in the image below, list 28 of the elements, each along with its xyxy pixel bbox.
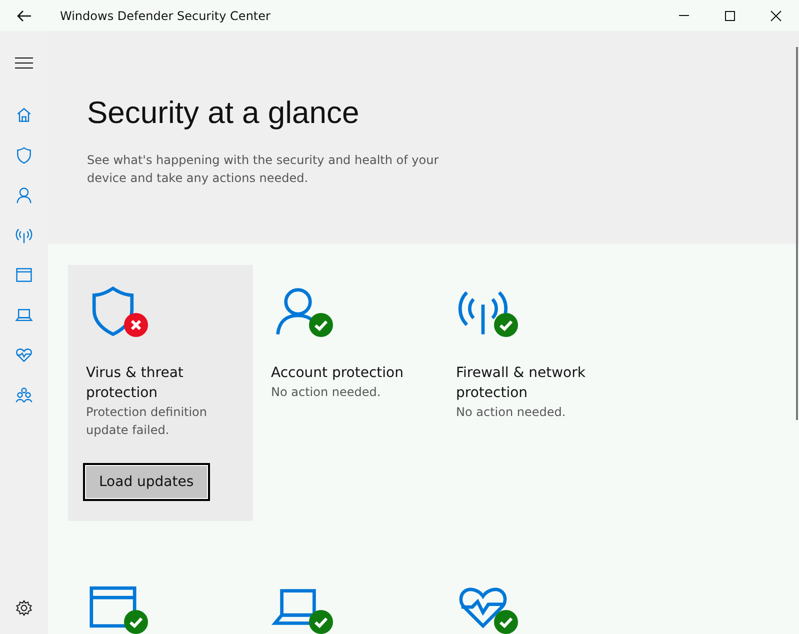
back-arrow-icon [17, 10, 31, 22]
page-description: See what's happening with the security and health of your device and take any actions needed. [87, 152, 440, 187]
tile-title[interactable]: Virus & threat protection [86, 363, 235, 403]
tile-title[interactable]: Firewall & network protection [456, 363, 605, 403]
status-message: No action needed. [271, 384, 382, 401]
heart-pulse-icon [15, 346, 33, 364]
status-message: No action needed. [456, 404, 567, 421]
tile-card[interactable]: Account protection No action needed. [253, 265, 438, 521]
status-message: Protection definition update failed. [86, 404, 208, 439]
window-title: Windows Defender Security Center [60, 8, 272, 22]
shield-icon [15, 146, 33, 164]
person-icon [15, 186, 33, 204]
page-title: Security at a glance [87, 95, 360, 131]
close-icon [770, 10, 782, 22]
tile-card[interactable]: Firewall & network protection No action needed. [438, 265, 623, 521]
home-icon [15, 106, 33, 124]
laptop-icon [15, 306, 33, 324]
scrollbar[interactable] [796, 47, 798, 420]
people-icon [15, 386, 33, 404]
load-updates-button[interactable]: Load updates [83, 463, 210, 501]
browser-window-icon [15, 266, 33, 284]
tile-card[interactable]: Virus & threat protection Protection definition update failed. Load updates [68, 265, 253, 521]
antenna-icon [15, 226, 33, 244]
tile-title[interactable]: Account protection [271, 363, 420, 383]
maximize-icon [724, 10, 736, 22]
settings-icon [15, 599, 33, 617]
minimize-icon [679, 15, 689, 16]
menu-icon [15, 57, 33, 69]
